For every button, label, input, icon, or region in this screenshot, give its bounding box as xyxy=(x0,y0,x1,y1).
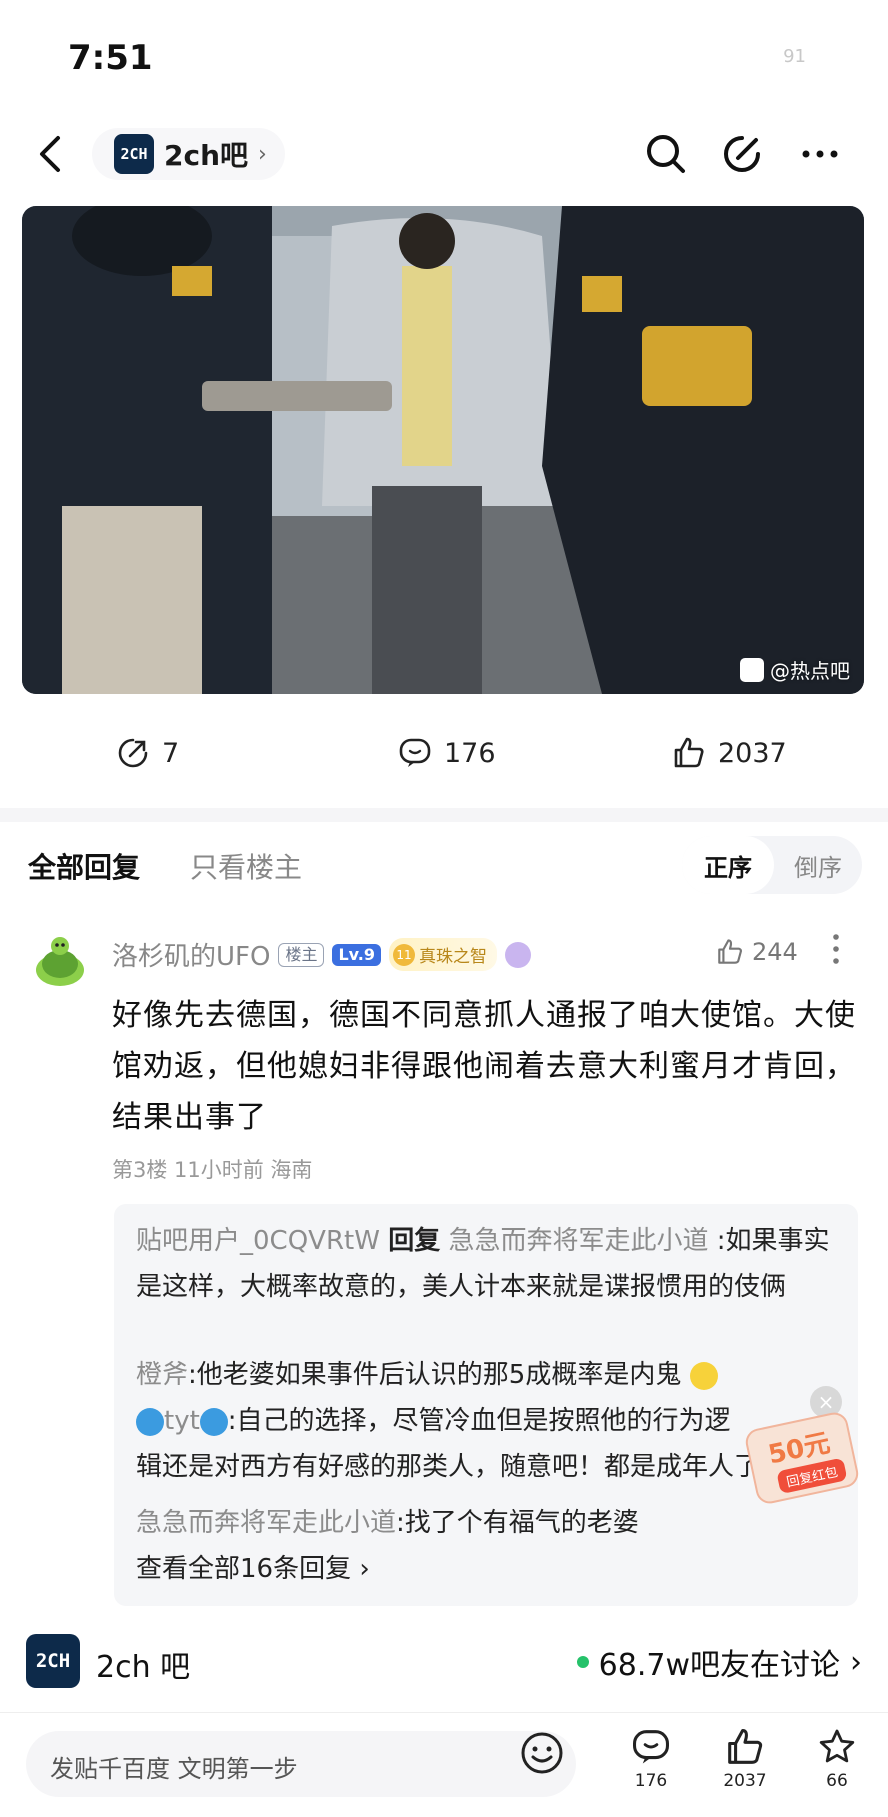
section-divider xyxy=(0,808,888,822)
view-all-replies-link[interactable]: 查看全部16条回复 › xyxy=(136,1548,370,1585)
reply-text: :他老婆如果事件后认识的那5成概率是内鬼 xyxy=(188,1360,682,1390)
reply-target-user[interactable]: 急急而奔将军走此小道 xyxy=(448,1226,708,1256)
forum-bar-name: 2ch 吧 xyxy=(96,1650,191,1685)
nested-reply-4[interactable]: 急急而奔将军走此小道:找了个有福气的老婆 xyxy=(136,1500,856,1546)
bottom-favorite-count: 66 xyxy=(826,1771,848,1791)
online-dot xyxy=(576,1656,589,1668)
star-icon xyxy=(819,1729,855,1763)
compose-placeholder: 发贴千百度 文明第一步 xyxy=(50,1755,298,1783)
reply-user[interactable]: 急急而奔将军走此小道 xyxy=(136,1508,396,1538)
thumbs-up-icon xyxy=(718,939,742,964)
sort-ascending[interactable]: 正序 xyxy=(682,836,774,894)
red-packet-float[interactable]: × 50元 回复红包 xyxy=(743,1386,864,1506)
emoji-button[interactable] xyxy=(518,1729,566,1777)
forum-logo: 2CH xyxy=(114,134,154,174)
more-button[interactable] xyxy=(794,128,846,180)
avatar[interactable] xyxy=(28,930,92,994)
comment-icon xyxy=(399,738,431,767)
post-photo[interactable]: @热点吧 xyxy=(22,206,864,694)
comment-count: 176 xyxy=(444,737,496,769)
tab-all-replies[interactable]: 全部回复 xyxy=(28,846,140,886)
forum-chip[interactable]: 2CH 2ch吧 › xyxy=(92,128,285,180)
post-header: 洛杉矶的UFO 楼主 Lv.9 11 真珠之智 xyxy=(112,936,531,973)
post-meta: 第3楼 11小时前 海南 xyxy=(112,1158,313,1182)
title-badge-text: 真珠之智 xyxy=(419,947,487,967)
back-button[interactable] xyxy=(30,130,74,178)
watermark-text: @热点吧 xyxy=(770,659,850,683)
edit-button[interactable] xyxy=(716,128,768,180)
post-like-count: 244 xyxy=(752,938,798,966)
sort-toggle: 正序 倒序 xyxy=(682,836,862,894)
share-count: 7 xyxy=(162,737,180,769)
forum-logo: 2CH xyxy=(26,1634,80,1688)
search-button[interactable] xyxy=(640,128,692,180)
level-badge: Lv.9 xyxy=(332,943,381,966)
smile-icon xyxy=(521,1732,563,1774)
forum-name: 2ch吧 xyxy=(164,139,249,172)
smile-emoji-icon xyxy=(689,1361,718,1390)
photo-watermark: @热点吧 xyxy=(740,655,850,684)
battery-level: 91 xyxy=(783,46,806,67)
turtle-avatar-icon xyxy=(36,937,84,986)
comment-button[interactable]: 176 xyxy=(398,736,496,770)
status-bar: 7:51 91 xyxy=(0,0,888,110)
medal-icon xyxy=(505,941,531,968)
bottom-comment-count: 176 xyxy=(634,1771,668,1791)
thumbs-up-icon xyxy=(674,737,704,768)
reply-text: :找了个有福气的老婆 xyxy=(396,1508,639,1538)
nav-bar: 2CH 2ch吧 › xyxy=(0,118,888,190)
search-icon xyxy=(647,135,685,173)
forum-entry-bar[interactable]: 2CH 2ch 吧 68.7w吧友在讨论 › xyxy=(0,1628,888,1700)
chevron-left-icon xyxy=(40,136,60,172)
red-packet-card[interactable]: 50元 回复红包 xyxy=(743,1410,861,1506)
comment-icon xyxy=(633,1730,669,1764)
bottom-bar: 发贴千百度 文明第一步 176 2037 66 xyxy=(0,1712,888,1817)
edit-icon xyxy=(724,136,760,172)
reply-user[interactable]: tyt xyxy=(164,1406,200,1436)
vertical-more-icon xyxy=(833,934,839,964)
reply-text: :自己的选择，尽管冷血但是按照他的行为逻 xyxy=(227,1406,731,1436)
status-time: 7:51 xyxy=(68,38,153,78)
reply-user[interactable]: 贴吧用户_0CQVRtW xyxy=(136,1226,380,1256)
like-button[interactable]: 2037 xyxy=(672,736,787,770)
more-icon xyxy=(802,150,838,158)
bottom-comment-button[interactable]: 176 xyxy=(616,1727,686,1791)
chevron-right-icon: › xyxy=(850,1644,862,1680)
globe-icon xyxy=(199,1407,228,1436)
username[interactable]: 洛杉矶的UFO xyxy=(112,936,270,973)
sort-descending[interactable]: 倒序 xyxy=(774,836,862,894)
post-content: 好像先去德国，德国不同意抓人通报了咱大使馆。大使馆劝返，但他媳妇非得跟他闹着去意… xyxy=(112,998,856,1135)
discussion-count[interactable]: 68.7w吧友在讨论 › xyxy=(576,1640,862,1684)
thumbs-up-icon xyxy=(728,1729,763,1764)
discussion-text: 68.7w吧友在讨论 xyxy=(598,1648,840,1683)
bottom-like-button[interactable]: 2037 xyxy=(710,1727,780,1791)
tab-op-only[interactable]: 只看楼主 xyxy=(190,846,302,886)
title-coin: 11 xyxy=(393,943,415,966)
reply-user[interactable]: 橙斧 xyxy=(136,1360,188,1390)
photo-scene xyxy=(22,206,864,694)
post-more-button[interactable] xyxy=(830,932,842,974)
bottom-favorite-button[interactable]: 66 xyxy=(802,1727,872,1791)
share-button[interactable]: 7 xyxy=(116,736,179,770)
post-like-button[interactable]: 244 xyxy=(716,938,798,966)
reply-tabs: 全部回复 只看楼主 正序 倒序 xyxy=(0,836,888,898)
like-count: 2037 xyxy=(718,737,787,769)
post-actions: 7 176 2037 xyxy=(0,730,888,790)
nested-reply-1[interactable]: 贴吧用户_0CQVRtW 回复 急急而奔将军走此小道 :如果事实是这样，大概率故… xyxy=(136,1218,846,1310)
chevron-right-icon: › xyxy=(258,141,267,167)
bottom-like-count: 2037 xyxy=(723,1771,767,1791)
op-badge: 楼主 xyxy=(278,942,325,967)
share-icon xyxy=(118,738,148,768)
title-badge: 11 真珠之智 xyxy=(389,938,497,971)
globe-icon xyxy=(136,1407,164,1436)
compose-input[interactable]: 发贴千百度 文明第一步 xyxy=(26,1731,576,1797)
reply-verb: 回复 xyxy=(388,1226,441,1256)
watermark-logo xyxy=(740,657,764,682)
